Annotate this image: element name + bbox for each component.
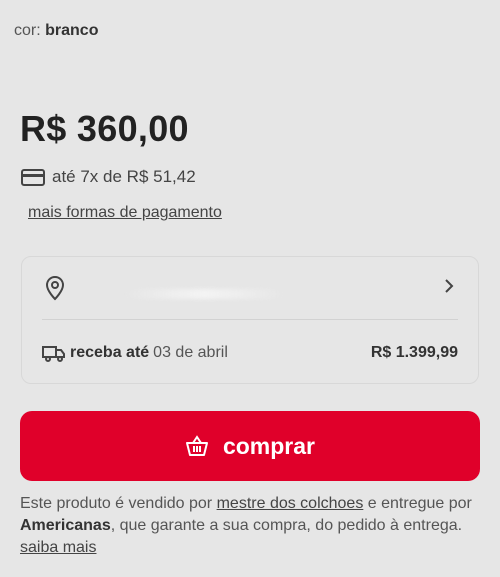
buy-button-label: comprar (222, 432, 316, 459)
buy-button[interactable]: comprar (20, 411, 480, 481)
divider (42, 319, 458, 320)
seller-link[interactable]: mestre dos colchoes (217, 495, 364, 512)
deliverer-name: Americanas (20, 517, 111, 534)
chevron-right-icon (445, 279, 454, 293)
delivery-date: 03 de abril (153, 344, 228, 361)
seller-text-3: , que garante a sua compra, do pedido à … (110, 517, 463, 534)
credit-card-icon (21, 168, 45, 186)
shipping-box: receba até 03 de abril R$ 1.399,99 (21, 256, 479, 384)
more-payment-link[interactable]: mais formas de pagamento (28, 204, 222, 222)
seller-text-1: Este produto é vendido por (20, 495, 213, 512)
seller-info: Este produto é vendido por mestre dos co… (20, 493, 480, 559)
color-selection: cor: branco (14, 22, 98, 40)
shipping-price: R$ 1.399,99 (370, 344, 458, 361)
location-selector[interactable] (22, 257, 478, 319)
delivery-label: receba até (70, 344, 150, 361)
product-price: R$ 360,00 (20, 108, 189, 149)
delivery-row: receba até 03 de abril R$ 1.399,99 (42, 342, 458, 364)
learn-more-link[interactable]: saiba mais (20, 539, 96, 556)
installments-info: até 7x de R$ 51,42 (21, 167, 196, 187)
basket-icon (185, 435, 208, 456)
redacted-address (122, 289, 287, 299)
color-label: cor: (14, 22, 41, 39)
installments-text: até 7x de R$ 51,42 (52, 167, 196, 186)
truck-icon (42, 346, 65, 362)
color-value: branco (45, 22, 99, 39)
location-pin-icon (45, 275, 65, 301)
seller-text-2: e entregue por (367, 495, 472, 512)
